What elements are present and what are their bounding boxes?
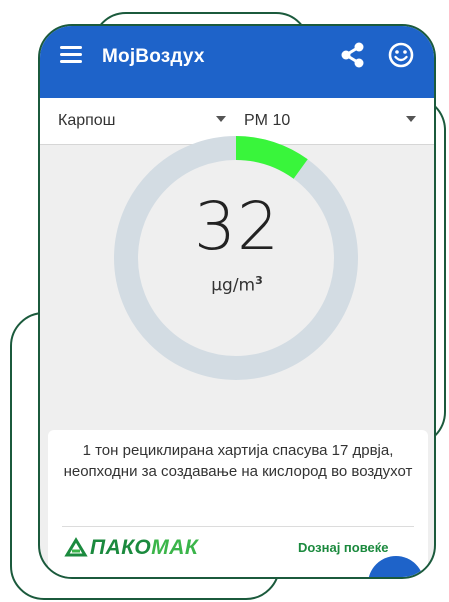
ad-card[interactable]: 1 тон рециклирана хартија спасува 17 дрв… bbox=[48, 430, 428, 577]
share-icon[interactable] bbox=[338, 40, 368, 70]
app-bar: МојВоздух bbox=[40, 26, 434, 98]
recycle-leaf-icon bbox=[64, 537, 88, 557]
reading-unit: μg/m3 bbox=[211, 274, 263, 296]
ad-text: 1 тон рециклирана хартија спасува 17 дрв… bbox=[63, 442, 413, 480]
floating-action-button[interactable] bbox=[368, 556, 424, 577]
app-title: МојВоздух bbox=[102, 46, 205, 67]
brand-logo: ПАКОМАК bbox=[64, 536, 198, 560]
smiley-face-icon[interactable] bbox=[386, 40, 416, 70]
reading-value: 32 bbox=[194, 188, 280, 265]
gauge-level-arc bbox=[235, 136, 308, 179]
ad-divider bbox=[62, 526, 414, 527]
learn-more-link[interactable]: Dознај повеќе bbox=[298, 540, 389, 555]
chevron-down-icon[interactable] bbox=[406, 116, 416, 122]
hamburger-menu-icon[interactable] bbox=[60, 46, 82, 64]
phone-screen: МојВоздух Карпош PM 10 32 μg/m3 1 тон ре… bbox=[38, 24, 436, 579]
